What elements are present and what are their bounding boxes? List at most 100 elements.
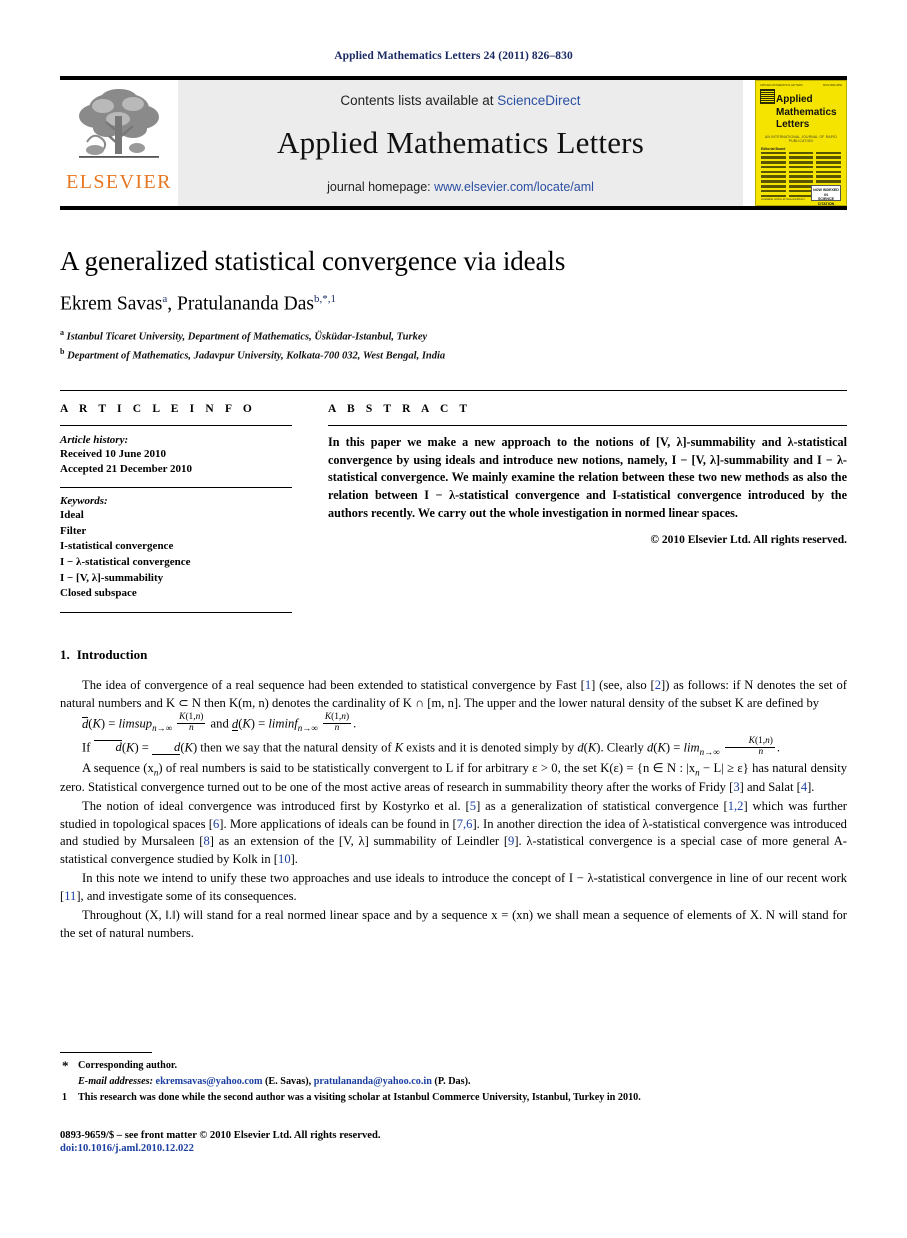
abstract-heading: A B S T R A C T [328, 402, 472, 415]
email-author-das: (P. Das). [434, 1075, 471, 1087]
abstract-text: In this paper we make a new approach to … [328, 434, 847, 520]
contents-prefix: Contents lists available at [340, 92, 494, 108]
footnote-rule [60, 1052, 152, 1053]
paragraph-text: ] as a generalization of statistical con… [476, 798, 728, 813]
footnote-marker-one: 1 [62, 1091, 67, 1103]
sciencedirect-link[interactable]: ScienceDirect [497, 93, 580, 108]
elsevier-tree-icon [79, 89, 159, 158]
footnote-note-text: This research was done while the second … [78, 1091, 641, 1103]
affiliation: b Department of Mathematics, Jadavpur Un… [60, 347, 847, 364]
footnote-corresponding-author: * Corresponding author. [60, 1058, 847, 1074]
homepage-prefix: journal homepage: [327, 179, 431, 194]
article-info-heading: A R T I C L E I N F O [60, 402, 256, 415]
email-addresses-label: E-mail addresses: [78, 1075, 153, 1087]
abstract-copyright: © 2010 Elsevier Ltd. All rights reserved… [650, 534, 847, 547]
elsevier-wordmark: ELSEVIER [66, 171, 172, 193]
abstract-rule [328, 424, 847, 426]
info-abstract-region: A R T I C L E I N F O Article history: R… [60, 389, 847, 613]
journal-masthead: ELSEVIER Contents lists available at Sci… [60, 76, 847, 206]
email-link-das[interactable]: pratulananda@yahoo.co.in [314, 1076, 432, 1087]
paragraph: If d(K) = d(K) then we say that the natu… [82, 735, 781, 757]
author-affiliation-mark: a [162, 293, 168, 305]
article-history-received: Received 10 June 2010 [60, 447, 167, 460]
title-block: A generalized statistical convergence vi… [60, 246, 847, 364]
cover-subtitle: AN INTERNATIONAL JOURNAL OF RAPID PUBLIC… [765, 134, 837, 143]
paragraph-text: The notion of ideal convergence was intr… [82, 798, 470, 813]
cover-badge-icon [760, 89, 775, 104]
cover-top-left: APPLIED MATHEMATICS LETTERS [760, 84, 803, 87]
cover-stamp-line1: NOW INDEXED IN [813, 188, 839, 197]
keyword-item: I − λ-statistical convergence [60, 555, 191, 568]
footnote-marker-asterisk: * [62, 1058, 69, 1073]
cover-index-stamp: NOW INDEXED IN SCIENCE CITATION [811, 185, 841, 205]
citation-ref[interactable]: 1,2 [728, 799, 744, 813]
article-history-label: Article history: [60, 433, 129, 446]
article-info-rule [60, 424, 292, 426]
paragraph-text: The idea of convergence of a real sequen… [82, 677, 585, 692]
keywords-label: Keywords: [60, 495, 108, 508]
paragraph: The idea of convergence of a real sequen… [60, 677, 847, 713]
email-link-savas[interactable]: ekremsavas@yahoo.com [156, 1076, 263, 1087]
journal-title: Applied Mathematics Letters [277, 124, 644, 160]
elsevier-logo: ELSEVIER [60, 80, 178, 206]
homepage-url-link[interactable]: www.elsevier.com/locate/aml [434, 180, 594, 194]
cover-top-right: ISSN 0893-9659 [822, 84, 842, 87]
keyword-item: Closed subspace [60, 587, 137, 600]
issn-line: 0893-9659/$ – see front matter © 2010 El… [60, 1130, 381, 1141]
keyword-item: Filter [60, 524, 87, 537]
masthead-bottom-rule [60, 206, 847, 210]
article-info-bottom-rule [60, 611, 292, 613]
cover-sciencedirect-label: Available online at ScienceDirect [761, 196, 805, 201]
body-region: 1. Introduction The idea of convergence o… [60, 647, 847, 943]
contents-available-line: Contents lists available at ScienceDirec… [340, 93, 580, 108]
cover-topbar: APPLIED MATHEMATICS LETTERS ISSN 0893-96… [756, 81, 846, 87]
keyword-item: I-statistical convergence [60, 540, 174, 553]
paragraph-text: ) of real numbers is said to be statisti… [158, 760, 696, 775]
section-number: 1. [60, 646, 70, 662]
cover-bottom: Available online at ScienceDirect NOW IN… [761, 185, 841, 205]
affiliation-text: Department of Mathematics, Jadavpur Univ… [67, 350, 446, 362]
affiliation-text: Istanbul Ticaret University, Department … [66, 331, 428, 342]
footnote-research-note: 1 This research was done while the secon… [60, 1091, 847, 1106]
masthead-center-panel: Contents lists available at ScienceDirec… [178, 80, 743, 206]
paragraph-text: ]. [290, 852, 298, 867]
article-info-column: A R T I C L E I N F O Article history: R… [60, 403, 292, 613]
doi-link[interactable]: doi:10.1016/j.aml.2010.12.022 [60, 1143, 380, 1154]
article-title: A generalized statistical convergence vi… [60, 246, 566, 276]
section-heading-introduction: 1. Introduction [60, 647, 847, 663]
citation-ref[interactable]: 11 [64, 889, 76, 903]
paragraph: A sequence (xn) of real numbers is said … [60, 760, 848, 794]
citation-ref[interactable]: 10 [278, 852, 291, 866]
cover-title-line1: Applied [776, 94, 813, 105]
paragraph-text: ]. More applications of ideals can be fo… [219, 816, 457, 831]
paragraph-text: ] (see, also [ [591, 677, 655, 692]
email-author-savas: (E. Savas), [265, 1075, 312, 1087]
journal-homepage-line: journal homepage: www.elsevier.com/locat… [327, 180, 594, 194]
journal-cover-slot: APPLIED MATHEMATICS LETTERS ISSN 0893-96… [743, 80, 847, 206]
paragraph: The notion of ideal convergence was intr… [60, 798, 847, 870]
affiliation: a Istanbul Ticaret University, Departmen… [60, 328, 847, 345]
keyword-item: Ideal [60, 509, 84, 522]
paragraph-text: ] as an extension of the [V, λ] summabil… [209, 834, 509, 849]
citation-ref[interactable]: 7,6 [457, 817, 473, 831]
cover-title: Applied Mathematics Letters [776, 94, 846, 132]
paragraph-text: ], and investigate some of its consequen… [76, 889, 297, 904]
equation-density: d(K) = limsupn→∞ K(1,n) n and d(K) = limi… [82, 712, 357, 734]
author-name: Pratulananda Das [177, 293, 314, 315]
author-affiliation-mark: b,*,1 [314, 293, 336, 305]
author-list: Ekrem Savasa, Pratulananda Dasb,*,1 [60, 293, 336, 315]
keyword-item: I − [V, λ]-summability [60, 571, 164, 584]
footnote-corresponding-text: Corresponding author. [78, 1060, 178, 1071]
section-title: Introduction [76, 646, 148, 662]
keywords-rule [60, 487, 292, 489]
paragraph-text: A sequence (x [82, 760, 154, 775]
author-name: Ekrem Savas [60, 293, 163, 315]
cover-title-line3: Letters [776, 119, 810, 130]
footnotes-region: * Corresponding author. E-mail addresses… [60, 1052, 847, 1106]
paragraph-text: ] and Salat [ [739, 779, 801, 794]
journal-cover-thumbnail: APPLIED MATHEMATICS LETTERS ISSN 0893-96… [755, 80, 847, 206]
affiliation-mark: b [60, 347, 65, 357]
affiliation-mark: a [60, 327, 64, 337]
abstract-column: A B S T R A C T In this paper we make a … [328, 403, 847, 613]
article-history-accepted: Accepted 21 December 2010 [60, 463, 193, 476]
